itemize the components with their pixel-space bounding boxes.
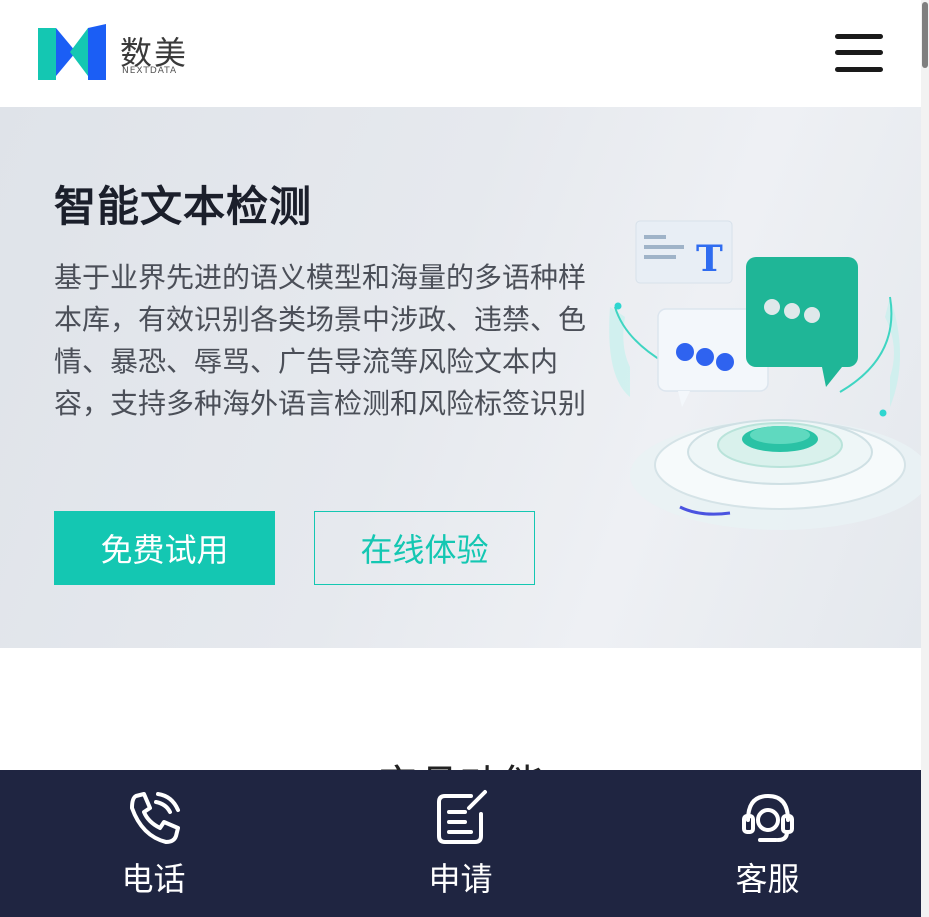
logo-mark-icon xyxy=(38,24,106,80)
online-experience-button[interactable]: 在线体验 xyxy=(314,511,535,585)
logo[interactable]: 数美 NEXTDATA xyxy=(36,22,196,82)
page: 数美 NEXTDATA 智能文本检测 基于业界先进的语义模型和海量的多语种样本库… xyxy=(0,0,929,917)
phone-icon xyxy=(129,791,180,844)
scrollbar-thumb[interactable] xyxy=(922,2,928,68)
bottom-action-bar: 电话 申请 客服 xyxy=(0,770,921,917)
phone-label: 电话 xyxy=(121,859,186,898)
apply-button[interactable]: 申请 xyxy=(307,770,614,917)
customer-service-button[interactable]: 客服 xyxy=(614,770,921,917)
header: 数美 NEXTDATA xyxy=(0,0,921,107)
hero-description: 基于业界先进的语义模型和海量的多语种样本库，有效识别各类场景中涉政、违禁、色情、… xyxy=(54,261,587,420)
hamburger-menu-icon[interactable] xyxy=(832,30,886,76)
hero-title: 智能文本检测 xyxy=(54,182,313,231)
apply-label: 申请 xyxy=(428,859,493,898)
phone-button[interactable]: 电话 xyxy=(0,770,307,917)
free-trial-button[interactable]: 免费试用 xyxy=(54,511,275,585)
page-scrollbar[interactable] xyxy=(921,0,929,917)
logo-text-en: NEXTDATA xyxy=(122,66,178,76)
headset-icon xyxy=(741,793,794,842)
text-detection-illustration: T xyxy=(609,220,921,530)
hero-banner: 智能文本检测 基于业界先进的语义模型和海量的多语种样本库，有效识别各类场景中涉政… xyxy=(0,107,921,648)
customer-service-label: 客服 xyxy=(735,859,800,898)
edit-form-icon xyxy=(436,789,487,844)
illustration-t-label: T xyxy=(696,238,723,280)
